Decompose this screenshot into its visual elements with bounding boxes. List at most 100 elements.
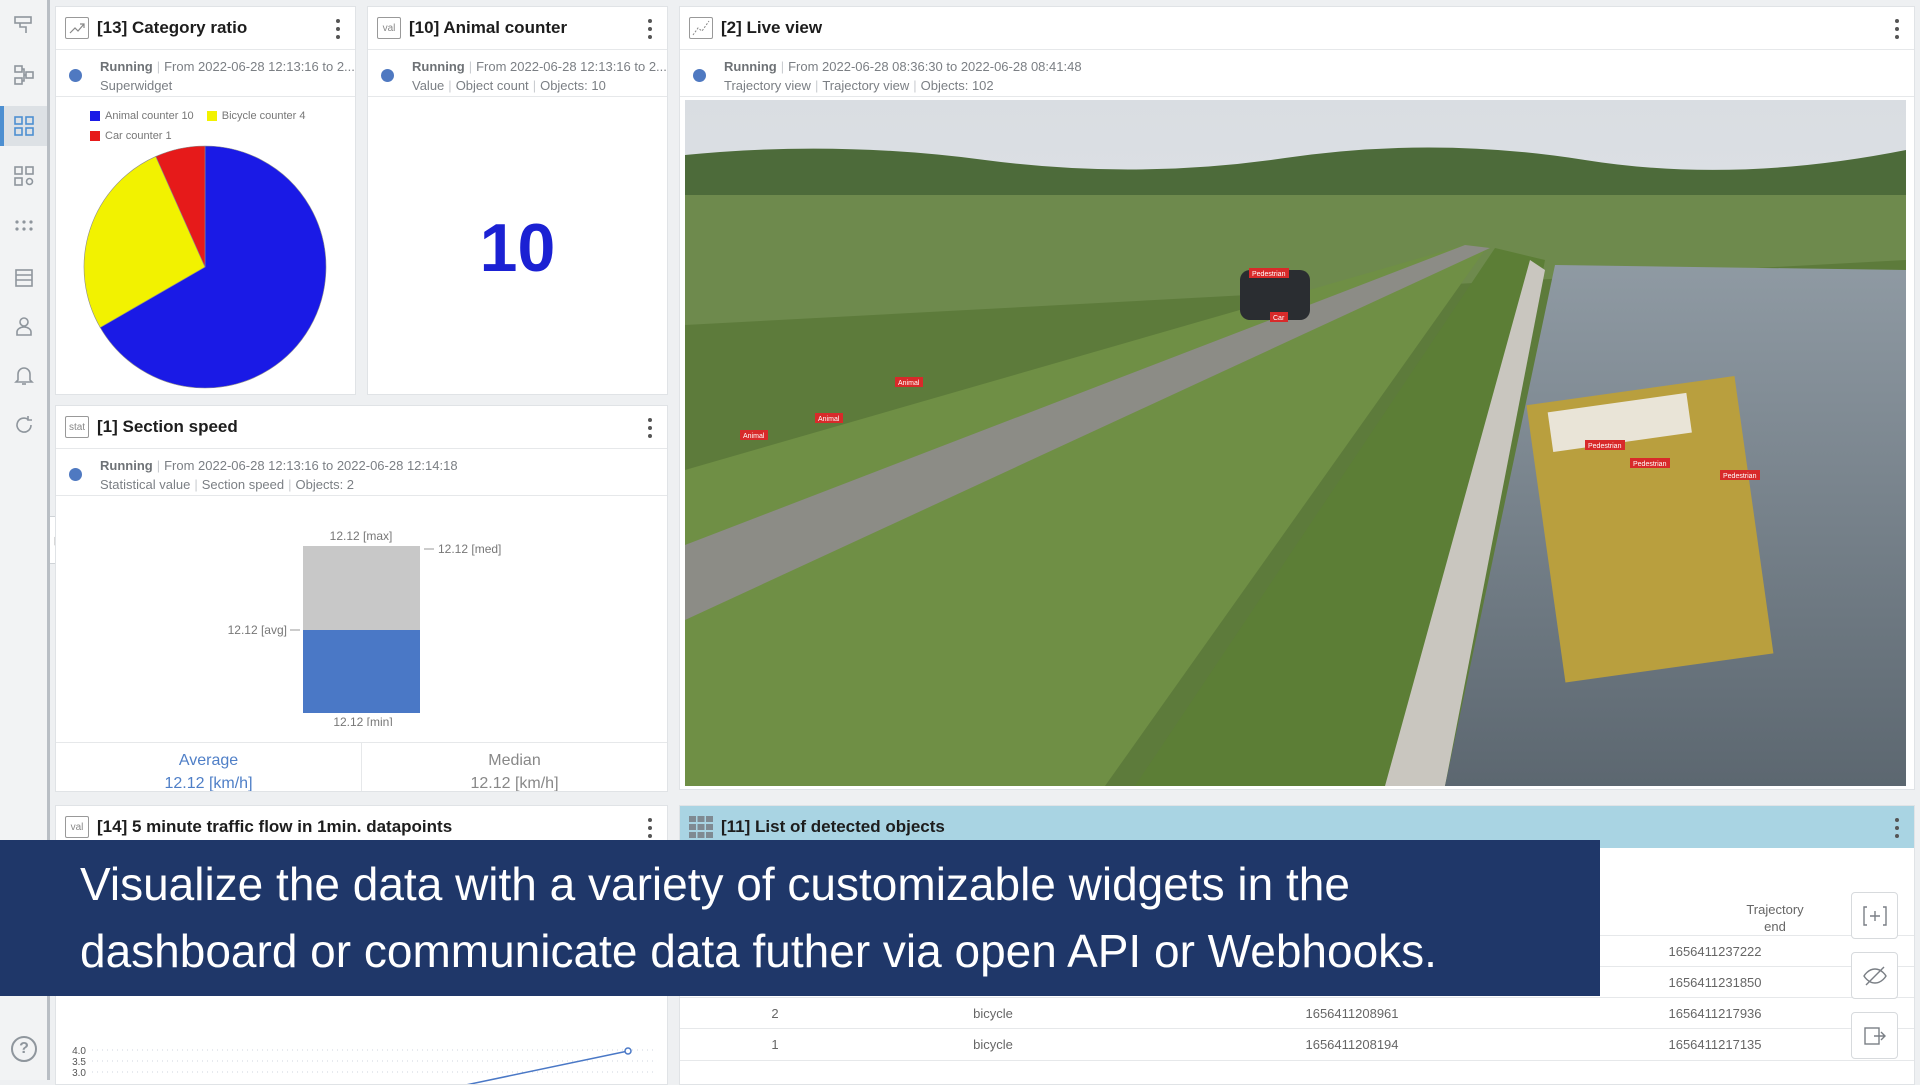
user-icon[interactable] <box>9 311 39 341</box>
live-video-frame: Pedestrian Car Animal Animal Animal Pede… <box>685 100 1906 786</box>
widget-kind: Superwidget <box>100 78 173 93</box>
traffic-flow-chart: 4.0 3.5 3.0 <box>72 1046 656 1084</box>
y-tick-label: 4.0 <box>72 1046 86 1057</box>
table-cell: 1656411231850 <box>1668 975 1762 990</box>
widget-header: val [10] Animal counter <box>368 7 667 50</box>
speed-boxplot: 12.12 [max] 12.12 [med] 12.12 [avg] 12.1… <box>228 529 502 726</box>
value-widget-icon: val <box>65 816 89 838</box>
median-value: 12.12 [km/h] <box>470 775 559 792</box>
value-widget-icon: val <box>377 17 401 39</box>
routes-icon[interactable] <box>9 10 39 40</box>
max-label: 12.12 [max] <box>330 529 393 543</box>
widget-kind: Statistical value <box>100 477 191 492</box>
animal-counter-widget: val [10] Animal counter Running | From 202… <box>367 6 668 395</box>
widget-title: [14] 5 minute traffic flow in 1min. data… <box>97 817 453 836</box>
category-pie-chart <box>83 145 327 389</box>
counter-value: 10 <box>479 210 556 286</box>
widget-title: [13] Category ratio <box>97 18 248 37</box>
refresh-icon[interactable] <box>9 410 39 440</box>
widget-metric: Section speed <box>201 477 285 492</box>
widget-title: [10] Animal counter <box>409 18 568 37</box>
caption-line-1: Visualize the data with a variety of cus… <box>80 858 1350 910</box>
column-settings-button[interactable] <box>1851 892 1898 939</box>
widget-header: stat [1] Section speed <box>56 406 667 449</box>
widget-header: [2] Live view <box>680 7 1914 50</box>
more-menu-icon[interactable] <box>647 818 653 838</box>
status-indicator <box>381 69 394 82</box>
time-range: From 2022-06-28 12:13:16 to 2... <box>476 59 667 74</box>
widget-title: [11] List of detected objects <box>721 817 945 836</box>
list-icon[interactable] <box>9 263 39 293</box>
pedestrian-detection-label: Pedestrian <box>1723 473 1757 480</box>
animal-detection-label: Animal <box>743 433 765 440</box>
status-indicator <box>69 468 82 481</box>
hide-icon[interactable] <box>1851 952 1898 999</box>
object-count: Objects: 2 <box>295 477 355 492</box>
caption-banner: Visualize the data with a variety of cus… <box>0 840 1600 996</box>
statistic-widget-icon: stat <box>65 416 89 438</box>
upper-box <box>303 546 420 630</box>
more-menu-icon[interactable] <box>647 19 653 39</box>
status-indicator <box>693 69 706 82</box>
export-icon[interactable] <box>1851 1012 1898 1059</box>
time-range: From 2022-06-28 12:13:16 to 2... <box>164 59 355 74</box>
average-summary: Average 12.12 [km/h] <box>56 743 361 792</box>
category-ratio-widget: [13] Category ratio Running | From 2022-06… <box>55 6 356 395</box>
status-text: Running <box>724 59 777 74</box>
table-cell: 1656411217135 <box>1668 1037 1762 1052</box>
live-view-widget: [2] Live view Running | From 2022-06-28 08… <box>679 6 1915 790</box>
legend-item: Bicycle counter 4 <box>206 106 306 126</box>
pedestrian-detection-label: Pedestrian <box>1588 443 1622 450</box>
flow-icon[interactable] <box>9 60 39 90</box>
object-count: Objects: 10 <box>540 78 606 93</box>
pie-chart-widget-icon <box>65 17 89 39</box>
animal-detection-label: Animal <box>898 380 920 387</box>
column-header-trajectory-end[interactable]: Trajectory end <box>1715 901 1835 935</box>
legend-item: Animal counter 10 <box>90 106 194 126</box>
widget-status-bar: Running | From 2022-06-28 12:13:16 to 2...… <box>368 50 667 97</box>
median-label: 12.12 [med] <box>438 542 501 556</box>
widget-kind: Trajectory view <box>724 78 811 93</box>
help-icon[interactable]: ? <box>11 1036 37 1062</box>
table-row[interactable]: 1 bicycle 1656411208194 1656411217135 <box>680 1028 1914 1061</box>
trajectory-view-icon <box>689 17 713 39</box>
speed-summary: Average 12.12 [km/h] Median 12.12 [km/h] <box>56 742 667 792</box>
widget-metric: Trajectory view <box>822 78 910 93</box>
status-text: Running <box>412 59 465 74</box>
more-menu-icon[interactable] <box>1894 818 1900 838</box>
average-value: 12.12 [km/h] <box>164 775 253 792</box>
table-row[interactable]: 2 bicycle 1656411208961 1656411217936 <box>680 997 1914 1029</box>
widget-header: [13] Category ratio <box>56 7 355 50</box>
animal-detection-label: Animal <box>818 416 840 423</box>
min-label: 12.12 [min] <box>333 715 392 726</box>
widget-settings-icon[interactable] <box>9 161 39 191</box>
median-summary: Median 12.12 [km/h] <box>361 743 667 792</box>
table-cell: 1656411237222 <box>1668 944 1762 959</box>
avg-label: 12.12 [avg] <box>228 623 287 637</box>
widget-kind: Value <box>412 78 445 93</box>
y-tick-label: 3.0 <box>72 1068 86 1079</box>
section-speed-widget: stat [1] Section speed Running | From 2022… <box>55 405 668 792</box>
bell-icon[interactable] <box>9 360 39 390</box>
y-tick-label: 3.5 <box>72 1057 86 1068</box>
pedestrian-detection-label: Pedestrian <box>1252 271 1286 278</box>
more-menu-icon[interactable] <box>335 19 341 39</box>
more-menu-icon[interactable] <box>1894 19 1900 39</box>
grid-dots-icon[interactable] <box>9 212 39 242</box>
table-widget-icon <box>689 816 713 838</box>
dashboard-icon[interactable] <box>9 111 39 141</box>
more-menu-icon[interactable] <box>647 418 653 438</box>
median-title: Median <box>488 752 541 769</box>
widget-title: [2] Live view <box>721 18 823 37</box>
object-count: Objects: 102 <box>920 78 994 93</box>
caption-line-2: dashboard or communicate data futher via… <box>80 925 1437 977</box>
lower-box <box>303 630 420 713</box>
widget-status-bar: Running | From 2022-06-28 12:13:16 to 2...… <box>56 50 355 97</box>
time-range: From 2022-06-28 08:36:30 to 2022-06-28 0… <box>788 59 1082 74</box>
table-cell: 1656411208961 <box>1305 1006 1399 1021</box>
status-text: Running <box>100 458 153 473</box>
chart-legend: Animal counter 10 Bicycle counter 4 Car … <box>90 106 316 146</box>
table-cell: 2 <box>771 1006 779 1021</box>
average-title: Average <box>178 752 239 769</box>
widget-status-bar: Running | From 2022-06-28 08:36:30 to 2022… <box>680 50 1914 97</box>
